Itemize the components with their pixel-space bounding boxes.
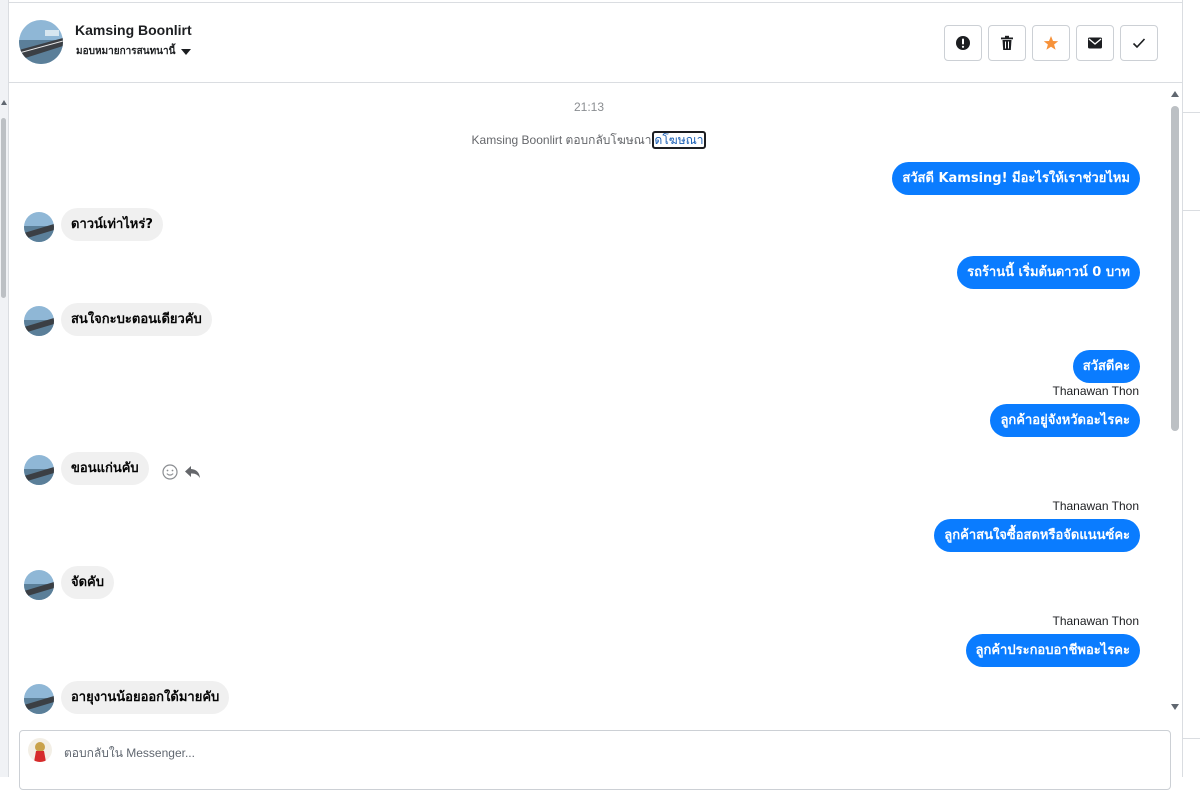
star-icon [1043, 36, 1059, 50]
outgoing-message[interactable]: สวัสดีคะ [1072, 350, 1140, 383]
sender-name: Thanawan Thon [1052, 384, 1139, 398]
ad-link[interactable]: ดโฆษณา [651, 131, 707, 149]
envelope-icon [1088, 37, 1102, 49]
incoming-message[interactable]: ขอนแก่นคับ [61, 452, 149, 485]
scroll-up-icon[interactable] [1, 100, 7, 105]
incoming-message[interactable]: อายุงานน้อยออกใด้มายคับ [61, 681, 230, 714]
report-button[interactable] [944, 25, 982, 61]
reply-arrow-icon[interactable] [184, 465, 201, 479]
ad-reply-text: Kamsing Boonlirt ตอบกลับโฆษณา [471, 133, 652, 147]
scroll-thumb[interactable] [1171, 106, 1179, 431]
contact-avatar[interactable] [19, 20, 63, 64]
trash-icon [1001, 35, 1013, 50]
contact-avatar-small [24, 455, 54, 485]
contact-avatar-small [24, 306, 54, 336]
incoming-message[interactable]: จัดคับ [61, 566, 115, 599]
message-thread[interactable]: 21:13 Kamsing Boonlirt ตอบกลับโฆษณา ดโฆษณ… [9, 84, 1169, 720]
reply-composer[interactable]: ตอบกลับใน Messenger... [19, 730, 1171, 790]
sender-name: Thanawan Thon [1052, 499, 1139, 513]
agent-avatar [28, 738, 52, 762]
outgoing-message[interactable]: ลูกค้าอยู่จังหวัดอะไรคะ [990, 404, 1140, 437]
scroll-thumb[interactable] [1, 118, 6, 298]
outgoing-message[interactable]: สวัสดี Kamsing! มีอะไรให้เราช่วยไหม [892, 162, 1140, 195]
check-icon [1132, 38, 1146, 49]
ad-reply-note: Kamsing Boonlirt ตอบกลับโฆษณา ดโฆษณา [9, 131, 1169, 150]
sender-name: Thanawan Thon [1052, 614, 1139, 628]
star-button[interactable] [1032, 25, 1070, 61]
message-tools [162, 464, 201, 480]
incoming-message[interactable]: ดาวน์เท่าไหร่? [61, 208, 163, 241]
outgoing-message[interactable]: ลูกค้าสนใจซื้อสดหรือจัดแนนซ์คะ [934, 519, 1140, 552]
caret-down-icon [181, 48, 192, 55]
contact-avatar-small [24, 570, 54, 600]
thread-scrollbar[interactable] [1169, 84, 1182, 720]
react-emoji-icon[interactable] [162, 464, 178, 480]
inbox-window: Kamsing Boonlirt มอบหมายการสนทนานี้ 21:1… [0, 0, 1200, 790]
reply-input[interactable]: ตอบกลับใน Messenger... [64, 744, 195, 763]
right-pane-edge [1182, 0, 1200, 777]
mark-done-button[interactable] [1120, 25, 1158, 61]
delete-button[interactable] [988, 25, 1026, 61]
mark-unread-button[interactable] [1076, 25, 1114, 61]
message-timestamp: 21:13 [573, 100, 605, 114]
contact-avatar-small [24, 212, 54, 242]
conversation-actions [944, 25, 1158, 61]
scroll-down-icon[interactable] [1171, 704, 1179, 710]
contact-avatar-small [24, 684, 54, 714]
exclamation-icon [956, 36, 970, 50]
contact-name[interactable]: Kamsing Boonlirt [75, 22, 192, 38]
incoming-message[interactable]: สนใจกะบะตอนเดียวคับ [61, 303, 212, 336]
assign-conversation-dropdown[interactable]: มอบหมายการสนทนานี้ [76, 44, 192, 59]
conversation-header: Kamsing Boonlirt มอบหมายการสนทนานี้ [9, 2, 1182, 83]
assign-label: มอบหมายการสนทนานี้ [76, 46, 176, 57]
outgoing-message[interactable]: รถร้านนี้ เริ่มต้นดาวน์ 0 บาท [957, 256, 1140, 289]
left-pane-scrollbar[interactable] [0, 0, 9, 777]
scroll-up-icon[interactable] [1171, 91, 1179, 97]
outgoing-message[interactable]: ลูกค้าประกอบอาชีพอะไรคะ [965, 634, 1140, 667]
